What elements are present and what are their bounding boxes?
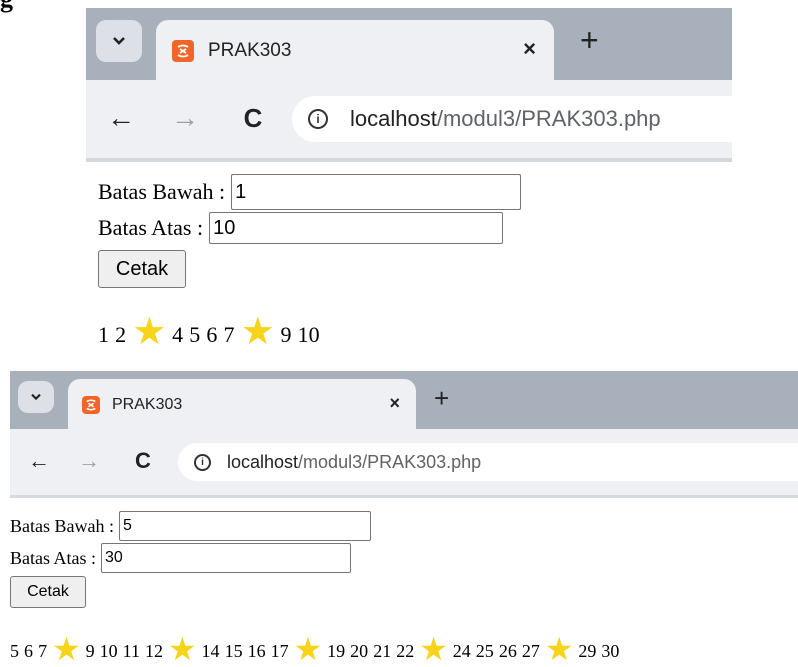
result-number: 26 [498,641,517,661]
print-button[interactable]: Cetak [98,250,186,288]
result-number: 2 [115,322,127,347]
new-tab-icon[interactable]: + [434,383,449,414]
xampp-icon [172,40,194,62]
result-number: 5 [10,641,19,661]
browser-screenshot-1: PRAK303 × + ← → C i localhost/modul3/PRA… [86,8,762,360]
url-host: localhost [350,106,437,131]
result-number: 12 [145,641,164,661]
lower-bound-input[interactable] [118,511,371,541]
reload-icon[interactable]: C [130,445,156,477]
star-icon: ★ [293,631,323,667]
result-number: 9 [85,641,95,661]
result-number: 16 [247,641,266,661]
star-icon: ★ [52,631,81,667]
page-content: Batas Bawah : Batas Atas : Cetak 12★4567… [86,162,732,360]
chevron-down-icon [31,393,41,401]
result-number: 9 [280,322,292,347]
xampp-icon [82,396,100,414]
result-number: 19 [327,641,346,661]
star-icon: ★ [168,631,197,667]
result-number: 27 [521,641,540,661]
figure-label: g [0,0,60,40]
reload-icon[interactable]: C [238,98,268,138]
result-number: 20 [350,641,369,661]
browser-screenshot-2: PRAK303 × + ← → C i localhost/modul3/PRA… [10,371,798,667]
result-number: 4 [172,322,184,347]
print-button[interactable]: Cetak [10,576,86,608]
result-number: 10 [99,641,118,661]
tab-search-button[interactable] [96,20,142,62]
forward-arrow-icon[interactable]: → [170,98,200,138]
result-number: 21 [373,641,392,661]
upper-bound-input[interactable] [209,212,504,244]
browser-tab[interactable]: PRAK303 × [156,20,554,82]
upper-bound-label: Batas Atas : [98,215,204,240]
result-number: 6 [206,322,218,347]
chevron-down-icon [113,37,125,45]
result-number: 29 [578,641,597,661]
tab-close-icon[interactable]: × [523,36,536,62]
upper-bound-row: Batas Atas : [98,212,504,244]
star-icon: ★ [240,311,275,353]
info-icon[interactable]: i [194,453,211,471]
result-number: 11 [122,641,140,661]
lower-bound-input[interactable] [231,174,522,210]
result-number: 30 [601,641,620,661]
result-number: 17 [270,641,289,661]
result-number: 14 [201,641,220,661]
back-arrow-icon[interactable]: ← [26,445,52,477]
browser-tab[interactable]: PRAK303 × [68,379,416,431]
lower-bound-row: Batas Bawah : [98,174,522,210]
upper-bound-row: Batas Atas : [10,543,351,573]
address-bar[interactable]: i localhost/modul3/PRAK303.php [178,443,798,481]
info-icon[interactable]: i [308,109,328,129]
address-bar[interactable]: i localhost/modul3/PRAK303.php [292,96,762,142]
star-icon: ★ [544,631,574,667]
tab-title: PRAK303 [112,396,183,413]
result-number: 6 [24,641,34,661]
result-number: 24 [452,641,471,661]
result-number: 7 [223,322,235,347]
lower-bound-label: Batas Bawah : [98,179,226,204]
lower-bound-row: Batas Bawah : [10,511,371,541]
tab-title: PRAK303 [208,40,292,61]
url-path: /modul3/PRAK303.php [436,106,661,131]
result-number: 1 [98,322,109,347]
upper-bound-input[interactable] [101,543,351,573]
star-icon: ★ [419,631,448,667]
back-arrow-icon[interactable]: ← [106,98,136,138]
result-number: 22 [396,641,415,661]
url-host: localhost [227,451,299,472]
new-tab-icon[interactable]: + [580,22,599,59]
result-number: 5 [189,322,201,347]
result-number: 15 [224,641,243,661]
result-number: 25 [475,641,494,661]
tab-close-icon[interactable]: × [389,393,400,414]
upper-bound-label: Batas Atas : [10,547,96,568]
forward-arrow-icon[interactable]: → [76,445,102,477]
result-line: 1 2 ★ 4 5 6 7 ★ 9 10 [98,311,326,353]
tab-search-button[interactable] [18,381,54,413]
page-content: Batas Bawah : Batas Atas : Cetak 567★910… [10,498,798,667]
url-path: /modul3/PRAK303.php [298,451,482,472]
result-line: 5 6 7 ★ 9 10 11 12 ★ 14 15 16 17 ★ 19 20 21 22 ★ 24 25 26 27 ★ 2… [10,631,624,667]
result-number: 7 [38,641,48,661]
lower-bound-label: Batas Bawah : [10,515,114,536]
star-icon: ★ [132,311,167,353]
result-number: 10 [297,322,320,347]
